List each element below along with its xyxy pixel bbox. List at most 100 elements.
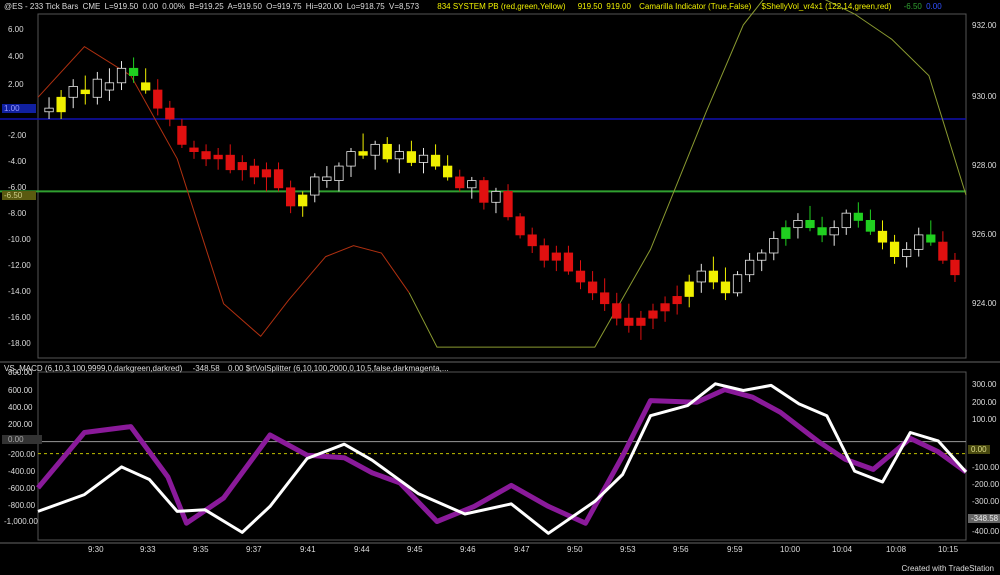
candle-body [298, 194, 308, 207]
blue-line-marker: 1.00 [2, 104, 36, 113]
macd-tick: 200.00 [8, 420, 33, 429]
candle-body [261, 169, 272, 178]
candle-body [720, 281, 731, 294]
time-tick: 9:35 [193, 545, 209, 554]
macd-tick: 600.00 [8, 386, 33, 395]
indicator-vs-macd-value: -348.58 [192, 364, 220, 373]
candle-body [926, 234, 936, 243]
candle-body [406, 151, 417, 163]
volsplit-tick: -300.00 [972, 497, 1000, 506]
macd-tick: -600.00 [8, 484, 36, 493]
low-price: Lo=918.75 [346, 2, 385, 11]
open-price: O=919.75 [266, 2, 302, 11]
candle-body [455, 176, 465, 189]
candle-body [491, 191, 501, 203]
candle-body [600, 292, 610, 305]
candle-body [539, 245, 549, 261]
bid-price: B=919.25 [189, 2, 224, 11]
indicator-shellyvol[interactable]: $ShellyVol_vr4x1 (122,14,green,red) [762, 2, 892, 11]
footer-credit: Created with TradeStation [901, 564, 995, 573]
candle-body [394, 151, 404, 160]
candle-body [841, 212, 851, 229]
volsplitter-line [37, 382, 968, 535]
time-tick: 9:53 [620, 545, 636, 554]
candle-body [358, 151, 368, 156]
candle-body [92, 78, 102, 98]
time-tick: 9:46 [460, 545, 476, 554]
candle-body [612, 303, 622, 319]
candle-body [237, 162, 247, 171]
y-tick: -4.00 [8, 157, 27, 166]
candle-body [189, 147, 199, 152]
macd-tick: -800.00 [8, 501, 36, 510]
indicator-pane-border [37, 371, 967, 541]
macd-tick: -1,000.00 [4, 517, 38, 526]
y-tick: -10.00 [8, 235, 31, 244]
indicator-shellyvol-value2: 0.00 [926, 2, 942, 11]
green-line-marker: -6.50 [2, 191, 36, 200]
indicator-camarilla[interactable]: Camarilla Indicator (True,False) [639, 2, 751, 11]
candle-body [479, 180, 489, 203]
chart-canvas[interactable] [0, 0, 1000, 575]
candle-body [551, 252, 561, 261]
candle-body [865, 219, 876, 232]
ask-price: A=919.50 [227, 2, 262, 11]
candle-body [817, 227, 827, 236]
time-tick: 9:56 [673, 545, 689, 554]
candle-body [877, 230, 888, 243]
candle-body [285, 187, 296, 207]
price-tick: 928.00 [972, 161, 997, 170]
candle-body [587, 281, 598, 294]
indicator-system-pb-value2: 919.00 [606, 2, 631, 11]
price-tick: 932.00 [972, 21, 997, 30]
volsplit-tick: -200.00 [972, 480, 1000, 489]
y-tick: -18.00 [8, 339, 31, 348]
candle-body [104, 82, 115, 91]
candle-body [56, 96, 66, 113]
time-tick: 9:33 [140, 545, 156, 554]
time-tick: 9:44 [354, 545, 370, 554]
volume-label: V=8,573 [389, 2, 420, 11]
candle-body [744, 259, 755, 276]
time-tick: 9:37 [246, 545, 262, 554]
candle-body [914, 234, 924, 250]
candle-body [889, 241, 900, 258]
y-tick: 2.00 [8, 80, 24, 89]
candle-body [213, 154, 223, 160]
candle-body [757, 252, 767, 261]
last-price: L=919.50 [104, 2, 139, 11]
candle-body [430, 154, 441, 167]
volsplit-zero-marker: 0.00 [968, 445, 990, 454]
candle-body [636, 317, 646, 326]
candle-body [141, 82, 151, 91]
price-tick: 926.00 [972, 230, 997, 239]
candle-body [563, 252, 574, 272]
candle-body [128, 67, 139, 76]
candle-body [793, 219, 803, 229]
candle-body [334, 165, 344, 181]
macd-tick: -200.00 [8, 450, 36, 459]
candle-body [346, 151, 356, 167]
macd-tick: 800.00 [8, 368, 33, 377]
indicator-system-pb[interactable]: 834 SYSTEM PB (red,green,Yellow) [437, 2, 565, 11]
candle-body [781, 227, 791, 239]
candle-body [503, 191, 513, 218]
candle-body [443, 165, 453, 178]
candle-body [165, 107, 175, 120]
candle-body [696, 270, 706, 283]
time-tick: 9:30 [88, 545, 104, 554]
indicator-volsplitter[interactable]: 0.00 $rtVolSplitter (6,10,100,2000,0,10,… [228, 364, 449, 373]
candle-body [515, 216, 525, 236]
y-tick: -2.00 [8, 131, 27, 140]
macd-tick: -400.00 [8, 467, 36, 476]
lower-pane-header: VS_MACD (6,10,3,100,9999,0,darkgreen,dar… [4, 364, 451, 373]
volsplit-value-marker: -348.58 [968, 514, 1000, 523]
net-change: 0.00 [142, 2, 159, 11]
time-tick: 10:08 [886, 545, 907, 554]
candle-body [153, 89, 163, 109]
candle-body [225, 154, 235, 171]
volsplit-tick: -400.00 [972, 527, 1000, 536]
candle-body [310, 176, 320, 196]
volsplit-tick: -100.00 [972, 463, 1000, 472]
candle-body [370, 143, 380, 156]
